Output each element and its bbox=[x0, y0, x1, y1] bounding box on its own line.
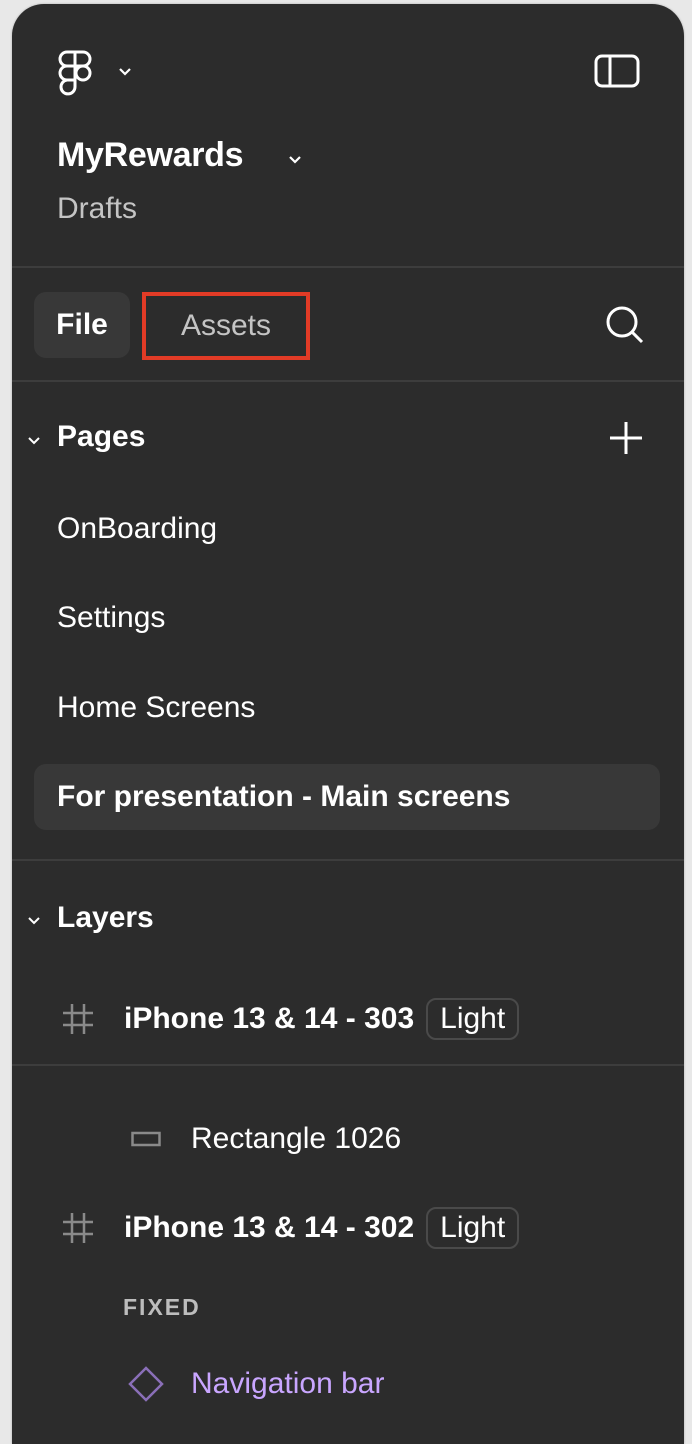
menu-chevron-down-icon[interactable] bbox=[116, 62, 134, 80]
layer-row[interactable]: iPhone 13 & 14 - 303 Light bbox=[62, 998, 520, 1040]
pages-section-title: Pages bbox=[57, 420, 146, 453]
file-menu-chevron-down-icon[interactable] bbox=[286, 150, 304, 168]
layer-name: iPhone 13 & 14 - 302 bbox=[124, 1211, 415, 1244]
file-name[interactable]: MyRewards bbox=[57, 136, 244, 175]
search-icon[interactable] bbox=[604, 304, 646, 346]
figma-logo-icon[interactable] bbox=[58, 50, 92, 98]
pages-collapse-chevron-icon[interactable] bbox=[26, 432, 42, 448]
page-item-for-presentation[interactable]: For presentation - Main screens bbox=[34, 764, 660, 830]
layer-row[interactable]: Navigation bar bbox=[128, 1366, 384, 1402]
divider bbox=[12, 1064, 684, 1066]
layer-name: Rectangle 1026 bbox=[191, 1122, 402, 1155]
layer-row[interactable]: iPhone 13 & 14 - 302 Light bbox=[62, 1207, 520, 1249]
layers-collapse-chevron-icon[interactable] bbox=[26, 912, 42, 928]
layers-section-title: Layers bbox=[57, 901, 154, 934]
rectangle-icon bbox=[131, 1131, 161, 1147]
divider bbox=[12, 266, 684, 268]
layer-row[interactable]: Rectangle 1026 bbox=[131, 1122, 401, 1156]
page-item-settings[interactable]: Settings bbox=[34, 585, 660, 651]
variant-badge: Light bbox=[426, 1207, 520, 1249]
tab-assets[interactable]: Assets bbox=[142, 292, 310, 360]
left-sidebar-panel: MyRewards Drafts File Assets Pages OnBoa… bbox=[12, 4, 684, 1444]
page-item-onboarding[interactable]: OnBoarding bbox=[34, 496, 660, 562]
file-location[interactable]: Drafts bbox=[57, 192, 137, 226]
page-item-home-screens[interactable]: Home Screens bbox=[34, 675, 660, 741]
sidebar-toggle-icon[interactable] bbox=[594, 54, 640, 88]
tab-file[interactable]: File bbox=[34, 292, 130, 358]
frame-icon bbox=[62, 1003, 94, 1035]
layer-name: iPhone 13 & 14 - 303 bbox=[124, 1002, 415, 1035]
add-page-plus-icon[interactable] bbox=[608, 420, 644, 456]
divider bbox=[12, 380, 684, 382]
variant-badge: Light bbox=[426, 998, 520, 1040]
component-instance-icon bbox=[128, 1366, 164, 1402]
divider bbox=[12, 859, 684, 861]
frame-icon bbox=[62, 1212, 94, 1244]
fixed-section-label: FIXED bbox=[123, 1294, 201, 1320]
layer-name: Navigation bar bbox=[191, 1367, 385, 1400]
